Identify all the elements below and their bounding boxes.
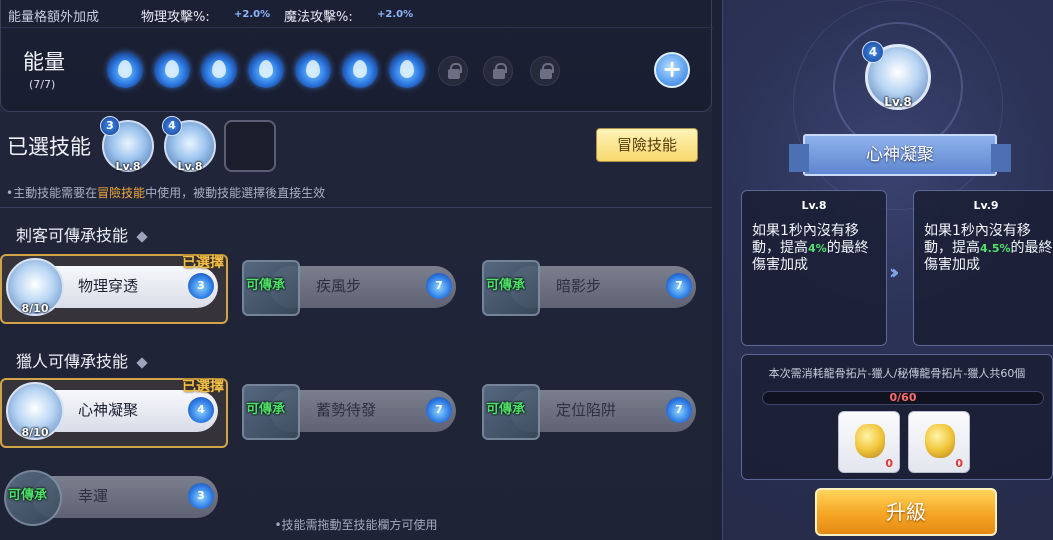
energy-cost-icon: 7 [666, 397, 692, 423]
selected-skills-title: 已選技能 [7, 135, 91, 159]
selected-tag: 已選擇 [182, 255, 224, 271]
energy-cost-icon: 7 [426, 273, 452, 299]
hint-text-post: 中使用，被動技能選擇後直接生效 [145, 186, 326, 200]
skill-name-ribbon: 心神凝聚 [789, 134, 1011, 176]
current-level-label: Lv.8 [801, 199, 827, 212]
energy-orb-icon [107, 52, 143, 88]
energy-cost-badge: 4 [862, 41, 884, 63]
energy-cost-icon: 3 [188, 483, 214, 509]
inheritable-tag: 可傳承 [8, 488, 48, 503]
magic-attack-label: 魔法攻擊%: [284, 10, 353, 25]
inheritable-tag: 可傳承 [486, 402, 526, 417]
hunter-section-title: 獵人可傳承技能 [16, 348, 148, 372]
skill-detail-panel: 4 Lv.8 心神凝聚 Lv.8 如果1秒內沒有移動，提高4%的最終傷害加成 ›… [722, 0, 1053, 540]
meditation-icon: 4 Lv.8 [862, 41, 931, 110]
skill-name: 暗影步 [556, 277, 602, 295]
upgrade-button[interactable]: 升級 [815, 488, 997, 536]
skill-level: Lv.8 [115, 160, 141, 173]
energy-cost-icon: 3 [188, 273, 214, 299]
material-requirement-box: 本次需消耗龍骨拓片-獵人/秘傳龍骨拓片-獵人共60個 0/60 0 0 [741, 354, 1053, 480]
energy-cost-badge: 3 [100, 116, 120, 136]
energy-orb-icon [154, 52, 190, 88]
add-energy-button[interactable]: + [654, 52, 690, 88]
next-level-label: Lv.9 [973, 199, 999, 212]
skill-card-gale-step[interactable]: 可傳承 疾風步 7 [240, 260, 458, 316]
skill-name: 幸運 [78, 487, 109, 505]
skill-name: 疾風步 [316, 277, 362, 295]
energy-orb-icon [248, 52, 284, 88]
magic-attack-value: +2.0% [377, 9, 414, 20]
energy-count: (7/7) [29, 78, 56, 91]
energy-title: 能量 [23, 50, 65, 74]
energy-bonus-bar: 能量格額外加成 物理攻擊%: +2.0% 魔法攻擊%: +2.0% [1, 0, 713, 28]
desc-value: 4% [808, 242, 827, 255]
selected-skills-hint: •主動技能需要在冒險技能中使用，被動技能選擇後直接生效 [6, 184, 325, 201]
next-level-box: Lv.9 如果1秒內沒有移動，提高4.5%的最終傷害加成 [913, 190, 1053, 346]
skill-card-locate-trap[interactable]: 可傳承 定位陷阱 7 [480, 384, 698, 440]
energy-cost-icon: 7 [666, 273, 692, 299]
energy-cost-badge: 4 [162, 116, 182, 136]
diamond-icon [136, 356, 148, 369]
hint-text-pre: •主動技能需要在 [6, 186, 98, 200]
material-item-1[interactable]: 0 [838, 411, 900, 473]
energy-orb-icon [295, 52, 331, 88]
inheritable-tag: 可傳承 [246, 278, 286, 293]
hint-highlight: 冒險技能 [97, 186, 146, 200]
skill-inheritance-panel: 能量格額外加成 物理攻擊%: +2.0% 魔法攻擊%: +2.0% 能量 (7/… [0, 0, 713, 540]
skill-progress: 8/10 [21, 426, 49, 439]
material-item-2[interactable]: 0 [908, 411, 970, 473]
hunter-title-text: 獵人可傳承技能 [16, 352, 129, 371]
desc-value: 4.5% [980, 242, 1011, 255]
selected-skills-area: 已選技能 3 Lv.8 4 Lv.8 冒險技能 •主動技能需要在冒險技能中使用，… [0, 112, 712, 208]
meditation-icon: 8/10 [6, 382, 64, 440]
skill-name: 心神凝聚 [78, 401, 139, 419]
energy-cost-icon: 7 [426, 397, 452, 423]
current-level-desc: 如果1秒內沒有移動，提高4%的最終傷害加成 [752, 223, 882, 274]
skill-name: 物理穿透 [78, 277, 139, 295]
selected-skill-slot-1[interactable]: 3 Lv.8 [100, 116, 154, 173]
current-level-box: Lv.8 如果1秒內沒有移動，提高4%的最終傷害加成 [741, 190, 887, 346]
lock-icon [438, 56, 468, 86]
secret-dragon-bone-rubbing-icon [925, 424, 955, 458]
material-progress-text: 0/60 [889, 391, 917, 404]
assassin-title-text: 刺客可傳承技能 [16, 226, 129, 245]
skill-card-shadow-step[interactable]: 可傳承 暗影步 7 [480, 260, 698, 316]
double-chevron-right-icon: ›› [889, 260, 900, 284]
skill-card-ready-to-strike[interactable]: 可傳承 蓄勢待發 7 [240, 384, 458, 440]
skill-card-mind-focus[interactable]: 8/10 心神凝聚 4 已選擇 [0, 378, 228, 448]
lock-icon [483, 56, 513, 86]
selected-skill-slot-2[interactable]: 4 Lv.8 [162, 116, 216, 173]
lock-icon [530, 56, 560, 86]
bonus-title: 能量格額外加成 [8, 10, 100, 25]
piercing-arrows-icon: 8/10 [6, 258, 64, 316]
skill-progress: 8/10 [21, 302, 49, 315]
skill-name: 蓄勢待發 [316, 401, 377, 419]
skill-level: Lv.8 [177, 160, 203, 173]
skill-card-physical-penetration[interactable]: 8/10 物理穿透 3 已選擇 [0, 254, 228, 324]
energy-orb-icon [342, 52, 378, 88]
dragon-bone-rubbing-icon [855, 424, 885, 458]
energy-panel: 能量格額外加成 物理攻擊%: +2.0% 魔法攻擊%: +2.0% 能量 (7/… [0, 0, 713, 112]
material-requirement-text: 本次需消耗龍骨拓片-獵人/秘傳龍骨拓片-獵人共60個 [768, 367, 1026, 380]
next-level-desc: 如果1秒內沒有移動，提高4.5%的最終傷害加成 [924, 223, 1053, 274]
adventure-skills-button[interactable]: 冒險技能 [596, 128, 698, 162]
drag-hint: •技能需拖動至技能欄方可使用 [274, 518, 438, 532]
material-count: 0 [885, 457, 893, 470]
assassin-section-title: 刺客可傳承技能 [16, 222, 148, 246]
phys-attack-label: 物理攻擊%: [141, 10, 210, 25]
skill-name: 定位陷阱 [556, 401, 617, 419]
skill-card-luck[interactable]: 可傳承 幸運 3 [2, 470, 220, 526]
material-progress-bar: 0/60 [762, 391, 1044, 405]
skill-level: Lv.8 [884, 95, 912, 109]
inheritable-tag: 可傳承 [486, 278, 526, 293]
energy-orb-icon [201, 52, 237, 88]
material-count: 0 [955, 457, 963, 470]
diamond-icon [136, 230, 148, 243]
inheritable-tag: 可傳承 [246, 402, 286, 417]
energy-orb-icon [389, 52, 425, 88]
energy-cost-icon: 4 [188, 397, 214, 423]
selected-tag: 已選擇 [182, 379, 224, 395]
phys-attack-value: +2.0% [234, 9, 271, 20]
empty-skill-slot[interactable] [224, 120, 276, 172]
